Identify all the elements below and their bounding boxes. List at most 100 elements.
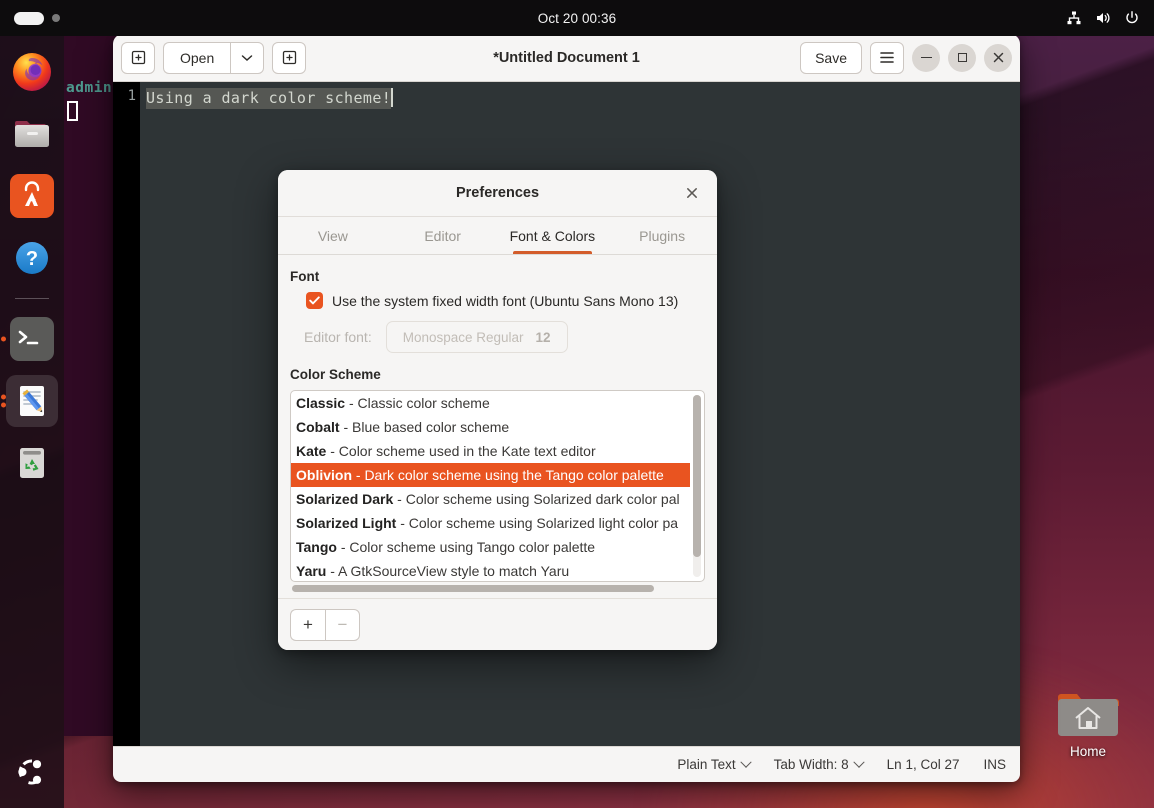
scheme-row-cobalt[interactable]: Cobalt - Blue based color scheme bbox=[291, 415, 690, 439]
scheme-row-classic[interactable]: Classic - Classic color scheme bbox=[291, 391, 690, 415]
text-caret bbox=[391, 88, 394, 107]
dock-item-trash[interactable] bbox=[6, 437, 58, 489]
system-font-checkbox[interactable] bbox=[306, 292, 323, 309]
desktop-home-icon[interactable]: Home bbox=[1048, 690, 1128, 759]
scheme-name: Oblivion bbox=[296, 467, 352, 483]
system-font-checkbox-label: Use the system fixed width font (Ubuntu … bbox=[332, 292, 679, 309]
scheme-description: - Dark color scheme using the Tango colo… bbox=[355, 467, 664, 483]
top-system-bar: Oct 20 00:36 bbox=[0, 0, 1154, 36]
svg-text:?: ? bbox=[26, 248, 38, 270]
desktop-screen: Oct 20 00:36 ? admin Open *Untitled Docu… bbox=[0, 0, 1154, 808]
cursor-position-label: Ln 1, Col 27 bbox=[886, 757, 960, 772]
show-applications-button[interactable] bbox=[6, 746, 58, 798]
editor-font-row: Editor font: Monospace Regular 12 bbox=[304, 321, 705, 353]
maximize-button[interactable] bbox=[948, 43, 976, 72]
scheme-name: Cobalt bbox=[296, 419, 340, 435]
scheme-description: - Color scheme using Solarized light col… bbox=[400, 515, 679, 531]
scheme-name: Kate bbox=[296, 443, 327, 459]
scheme-row-solarized-light[interactable]: Solarized Light - Color scheme using Sol… bbox=[291, 511, 690, 535]
font-section-heading: Font bbox=[290, 269, 320, 284]
tab-font-and-colors[interactable]: Font & Colors bbox=[498, 217, 608, 254]
color-scheme-section-heading: Color Scheme bbox=[290, 367, 381, 382]
horizontal-scrollbar-thumb[interactable] bbox=[292, 585, 654, 592]
preferences-content: Font Use the system fixed width font (Ub… bbox=[278, 255, 717, 598]
ubuntu-logo-icon bbox=[10, 750, 54, 794]
editor-font-value: Monospace Regular bbox=[402, 329, 524, 345]
tab-plugins[interactable]: Plugins bbox=[607, 217, 717, 254]
sidebar-toggle-button[interactable] bbox=[121, 41, 155, 74]
language-selector[interactable]: Plain Text bbox=[677, 756, 752, 772]
firefox-icon bbox=[10, 50, 54, 94]
open-button-group: Open bbox=[163, 41, 265, 74]
dock-separator bbox=[15, 298, 49, 299]
save-button[interactable]: Save bbox=[800, 41, 862, 74]
scheme-name: Solarized Dark bbox=[296, 491, 394, 507]
line-number: 1 bbox=[127, 88, 136, 104]
editor-font-size: 12 bbox=[535, 329, 551, 345]
home-icon-label: Home bbox=[1069, 744, 1106, 759]
insert-mode-label: INS bbox=[983, 757, 1006, 772]
editor-font-button[interactable]: Monospace Regular 12 bbox=[385, 321, 568, 353]
editor-header-bar: Open *Untitled Document 1 Save bbox=[113, 34, 1020, 82]
left-dock: ? bbox=[0, 36, 64, 808]
editor-font-label: Editor font: bbox=[304, 329, 372, 345]
scheme-row-tango[interactable]: Tango - Color scheme using Tango color p… bbox=[291, 535, 690, 559]
scheme-row-solarized-dark[interactable]: Solarized Dark - Color scheme using Sola… bbox=[291, 487, 690, 511]
open-dropdown-button[interactable] bbox=[230, 41, 265, 74]
add-scheme-button[interactable]: + bbox=[290, 608, 325, 641]
document-line-text: Using a dark color scheme! bbox=[146, 88, 392, 109]
scheme-description: - Classic color scheme bbox=[348, 395, 490, 411]
color-scheme-list-container: Classic - Classic color scheme Cobalt - … bbox=[290, 390, 705, 582]
tab-width-selector[interactable]: Tab Width: 8 bbox=[774, 756, 865, 772]
close-button[interactable] bbox=[984, 43, 1012, 72]
terminal-icon bbox=[10, 317, 54, 361]
tab-view[interactable]: View bbox=[278, 217, 388, 254]
scheme-name: Classic bbox=[296, 395, 346, 411]
scheme-row-yaru[interactable]: Yaru - A GtkSourceView style to match Ya… bbox=[291, 559, 690, 581]
ubuntu-software-icon bbox=[10, 174, 54, 218]
preferences-close-button[interactable] bbox=[679, 180, 705, 206]
text-editor-icon bbox=[10, 379, 54, 423]
remove-scheme-button[interactable]: − bbox=[325, 608, 360, 641]
hamburger-menu-button[interactable] bbox=[870, 41, 904, 74]
scheme-description: - Blue based color scheme bbox=[343, 419, 510, 435]
scheme-row-kate[interactable]: Kate - Color scheme used in the Kate tex… bbox=[291, 439, 690, 463]
preferences-titlebar: Preferences bbox=[278, 170, 717, 217]
dock-item-firefox[interactable] bbox=[6, 46, 58, 98]
editor-status-bar: Plain Text Tab Width: 8 Ln 1, Col 27 INS bbox=[113, 746, 1020, 782]
help-icon: ? bbox=[10, 236, 54, 280]
chevron-down-icon bbox=[739, 756, 752, 768]
open-button[interactable]: Open bbox=[163, 41, 231, 74]
preferences-footer: + − bbox=[278, 598, 717, 650]
color-scheme-horizontal-scrollbar[interactable] bbox=[290, 583, 705, 594]
scheme-row-oblivion[interactable]: Oblivion - Dark color scheme using the T… bbox=[291, 463, 690, 487]
scheme-description: - Color scheme using Tango color palette bbox=[340, 539, 596, 555]
color-scheme-vertical-scrollbar[interactable] bbox=[693, 395, 701, 577]
preferences-dialog: Preferences View Editor Font & Colors Pl… bbox=[278, 170, 717, 650]
scheme-description: - Color scheme using Solarized dark colo… bbox=[397, 491, 680, 507]
terminal-running-indicator bbox=[1, 336, 6, 342]
chevron-down-icon bbox=[853, 756, 865, 768]
trash-icon bbox=[10, 441, 54, 485]
vertical-scrollbar-thumb[interactable] bbox=[693, 395, 701, 557]
home-folder-icon bbox=[1056, 690, 1120, 740]
dock-item-files[interactable] bbox=[6, 108, 58, 160]
language-label: Plain Text bbox=[677, 757, 736, 772]
scheme-name: Solarized Light bbox=[296, 515, 397, 531]
scheme-description: - Color scheme used in the Kate text edi… bbox=[330, 443, 596, 459]
tab-editor[interactable]: Editor bbox=[388, 217, 498, 254]
dock-item-terminal[interactable] bbox=[1, 313, 58, 365]
dock-item-help[interactable]: ? bbox=[6, 232, 58, 284]
scheme-add-remove-group: + − bbox=[290, 608, 360, 641]
minimize-button[interactable] bbox=[912, 43, 940, 72]
new-tab-button[interactable] bbox=[272, 41, 307, 74]
system-font-checkbox-row[interactable]: Use the system fixed width font (Ubuntu … bbox=[306, 292, 705, 309]
clock-label[interactable]: Oct 20 00:36 bbox=[0, 11, 1154, 26]
scheme-name: Yaru bbox=[296, 563, 327, 579]
dock-item-ubuntu-software[interactable] bbox=[6, 170, 58, 222]
terminal-cursor bbox=[67, 101, 78, 121]
dock-item-text-editor[interactable] bbox=[1, 375, 58, 427]
files-icon bbox=[10, 112, 54, 156]
header-right-controls: Save bbox=[800, 41, 1012, 74]
color-scheme-list[interactable]: Classic - Classic color scheme Cobalt - … bbox=[291, 391, 690, 581]
